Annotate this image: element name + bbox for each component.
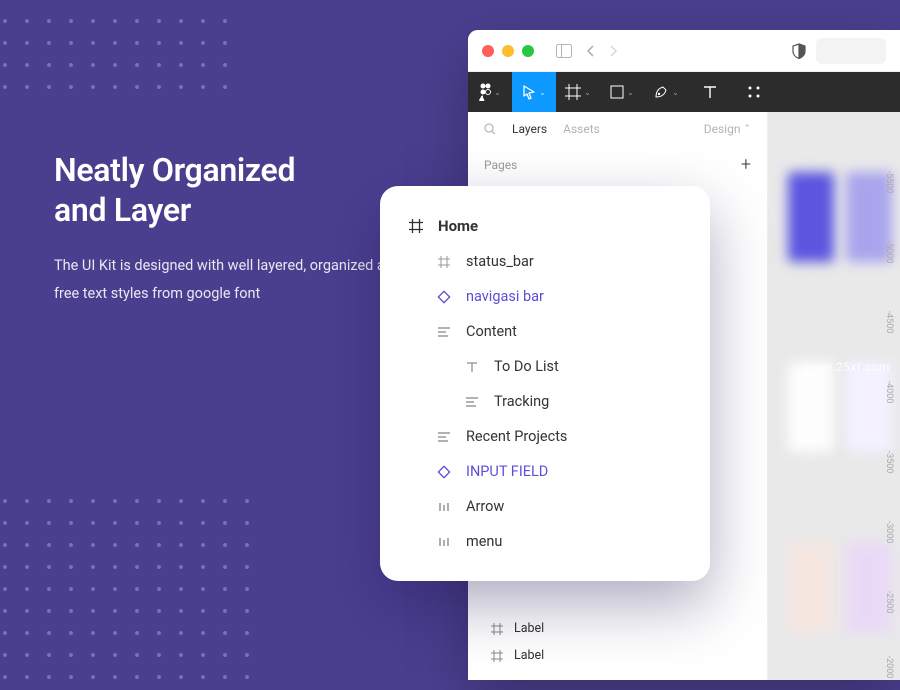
tab-design-label: Design	[704, 122, 741, 136]
shield-icon[interactable]	[792, 43, 806, 59]
chevron-up-icon: ⌃	[743, 124, 751, 134]
group-icon	[464, 397, 480, 407]
layers-popover: Home status_bar navigasi bar Content To …	[380, 186, 710, 581]
layer-arrow[interactable]: Arrow	[380, 489, 710, 524]
frame-icon	[408, 219, 424, 233]
pen-tool-button[interactable]: ⌄	[644, 72, 688, 112]
layer-label: Label	[514, 621, 544, 636]
chevron-down-icon: ⌄	[672, 88, 679, 97]
mac-titlebar	[468, 30, 900, 72]
ruler-tick: -5500	[884, 171, 894, 194]
url-field[interactable]	[816, 38, 886, 64]
hero-title-line2: and Layer	[54, 191, 191, 229]
tab-layers[interactable]: Layers	[512, 122, 547, 136]
frame-icon	[436, 256, 452, 268]
layer-label: menu	[466, 533, 502, 550]
shape-tool-button[interactable]: ⌄	[600, 72, 644, 112]
ruler-tick: -3000	[884, 521, 894, 544]
auto-layout-icon	[436, 536, 452, 548]
nav-forward-icon[interactable]	[609, 44, 618, 58]
figma-toolbar: ⌄ ⌄ ⌄ ⌄ ⌄	[468, 72, 900, 112]
layer-label: Tracking	[494, 393, 549, 410]
pages-heading: Pages	[484, 158, 517, 172]
ruler-tick: -4000	[884, 381, 894, 404]
frame-tool-button[interactable]: ⌄	[556, 72, 600, 112]
resources-button[interactable]	[732, 72, 776, 112]
group-icon	[436, 327, 452, 337]
layer-input-field[interactable]: INPUT FIELD	[380, 454, 710, 489]
watermark-text: www.25xt.com	[804, 360, 890, 374]
sidebar-toggle-icon[interactable]	[556, 44, 572, 58]
add-page-button[interactable]: +	[741, 154, 751, 175]
hero-copy: Neatly Organized and Layer The UI Kit is…	[54, 150, 434, 307]
decorative-dots	[0, 490, 254, 690]
ruler-tick: -2500	[884, 591, 894, 614]
layer-menu[interactable]: menu	[380, 524, 710, 559]
layer-label: Arrow	[466, 498, 504, 515]
layer-label: status_bar	[466, 253, 534, 270]
ruler-tick: -3500	[884, 451, 894, 474]
component-icon	[436, 290, 452, 304]
move-tool-button[interactable]: ⌄	[512, 72, 556, 112]
layer-label: Recent Projects	[466, 428, 567, 445]
hero-body: The UI Kit is designed with well layered…	[54, 252, 434, 307]
decorative-dots	[0, 10, 234, 100]
component-icon	[436, 465, 452, 479]
text-tool-button[interactable]	[688, 72, 732, 112]
hero-title-line1: Neatly Organized	[54, 151, 295, 189]
canvas-thumb	[788, 542, 834, 632]
maximize-icon[interactable]	[522, 45, 534, 57]
frame-icon	[490, 623, 504, 635]
layer-nav-bar[interactable]: navigasi bar	[380, 279, 710, 314]
ruler-tick: -5000	[884, 241, 894, 264]
layer-status-bar[interactable]: status_bar	[380, 244, 710, 279]
text-icon	[464, 361, 480, 373]
layer-label: Home	[438, 217, 478, 235]
frame-icon	[490, 650, 504, 662]
layer-label: INPUT FIELD	[466, 463, 548, 480]
tab-assets[interactable]: Assets	[563, 122, 600, 136]
group-icon	[436, 432, 452, 442]
auto-layout-icon	[436, 501, 452, 513]
layer-row-label[interactable]: Label	[468, 615, 767, 642]
figma-menu-button[interactable]: ⌄	[468, 72, 512, 112]
layer-row-label[interactable]: Label	[468, 642, 767, 669]
layer-label: Label	[514, 648, 544, 663]
layer-content[interactable]: Content	[380, 314, 710, 349]
layer-todo[interactable]: To Do List	[380, 349, 710, 384]
canvas-thumb	[788, 362, 834, 452]
chevron-down-icon: ⌄	[494, 88, 501, 97]
close-icon[interactable]	[482, 45, 494, 57]
layer-label: Content	[466, 323, 517, 340]
chevron-down-icon: ⌄	[627, 88, 634, 97]
layer-tracking[interactable]: Tracking	[380, 384, 710, 419]
ruler-tick: -2000	[884, 656, 894, 679]
minimize-icon[interactable]	[502, 45, 514, 57]
layer-home[interactable]: Home	[380, 208, 710, 244]
layer-label: To Do List	[494, 358, 559, 375]
canvas-area[interactable]: -5500 -5000 -4500 -4000 -3500 -3000 -250…	[768, 112, 900, 680]
chevron-down-icon: ⌄	[539, 88, 546, 97]
canvas-thumb	[846, 542, 892, 632]
canvas-thumb	[788, 172, 834, 262]
canvas-thumb	[846, 362, 892, 452]
hero-title: Neatly Organized and Layer	[54, 150, 434, 230]
ruler-tick: -4500	[884, 311, 894, 334]
layer-label: navigasi bar	[466, 288, 544, 305]
tab-design[interactable]: Design ⌃	[704, 122, 751, 136]
chevron-down-icon: ⌄	[584, 88, 591, 97]
nav-back-icon[interactable]	[586, 44, 595, 58]
search-icon[interactable]	[484, 123, 496, 135]
layer-recent[interactable]: Recent Projects	[380, 419, 710, 454]
